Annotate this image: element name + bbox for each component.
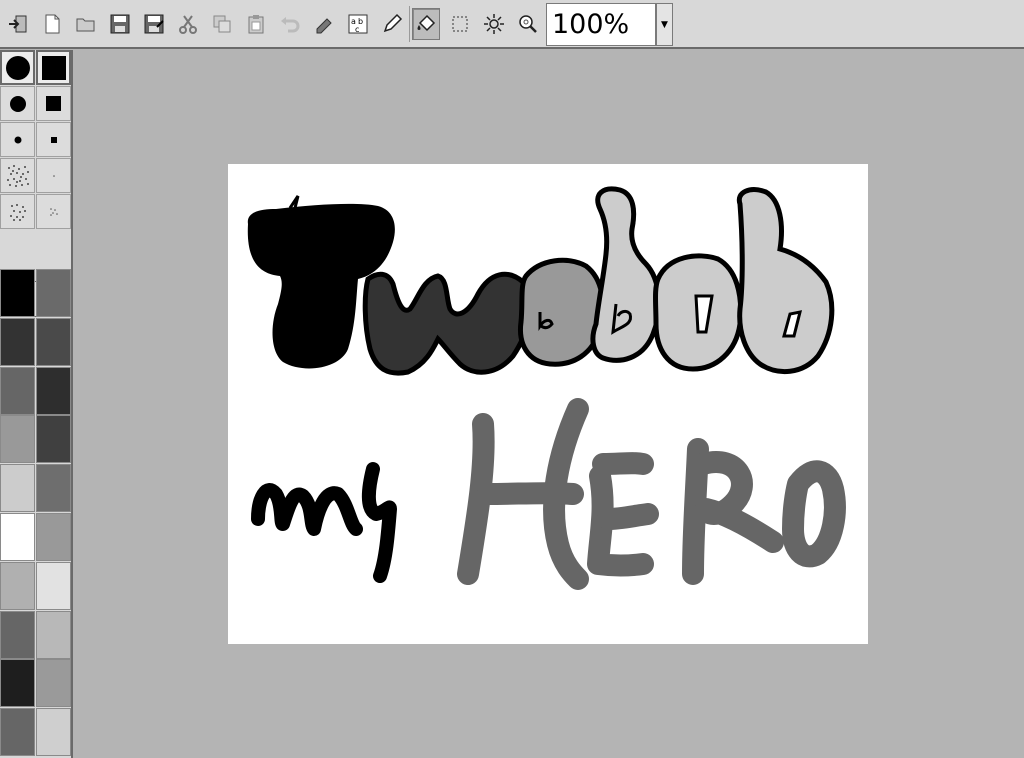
- copy-button[interactable]: [208, 8, 236, 40]
- save-as-button[interactable]: [140, 8, 168, 40]
- drawing-letter-b: [736, 187, 835, 375]
- new-icon: [45, 14, 60, 34]
- drawing-letter-o: [517, 257, 606, 367]
- color-swatch[interactable]: [0, 415, 35, 464]
- drawing-word-my: [251, 483, 363, 536]
- circle-brush-icon: [9, 95, 26, 112]
- save-button[interactable]: [106, 8, 134, 40]
- undo-button[interactable]: [276, 8, 304, 40]
- color-swatch[interactable]: [36, 366, 71, 415]
- circle-brush-icon: [5, 55, 30, 80]
- zoom-icon: [519, 15, 537, 33]
- color-swatch[interactable]: [36, 317, 71, 366]
- drawing-letter-w: [362, 271, 533, 376]
- save-as-icon: [144, 14, 164, 34]
- select-button[interactable]: [446, 8, 474, 40]
- fill-icon: [417, 14, 436, 32]
- exit-button[interactable]: [4, 8, 32, 40]
- save-icon: [110, 14, 130, 34]
- copy-icon: [213, 15, 231, 33]
- brightness-icon: [484, 14, 504, 34]
- chevron-down-icon: ▼: [661, 19, 668, 30]
- color-swatch[interactable]: [0, 317, 35, 366]
- redo-icon: [316, 18, 332, 34]
- open-button[interactable]: [72, 8, 100, 40]
- color-swatch[interactable]: [0, 269, 35, 317]
- new-button[interactable]: [38, 8, 66, 40]
- exit-icon: [9, 15, 27, 33]
- spray-brush-icon: [52, 174, 55, 177]
- color-swatch[interactable]: [0, 708, 35, 757]
- text-icon: a bc: [348, 14, 368, 34]
- drawing-canvas[interactable]: [228, 164, 868, 644]
- brush-spray-large[interactable]: [0, 158, 35, 193]
- brush-circle-medium[interactable]: [0, 86, 35, 121]
- zoom-dropdown-button[interactable]: ▼: [656, 3, 673, 46]
- circle-brush-icon: [14, 136, 21, 143]
- brightness-button[interactable]: [480, 8, 508, 40]
- brush-square-large[interactable]: [36, 50, 71, 85]
- drawing: [247, 186, 846, 590]
- color-swatch[interactable]: [36, 561, 71, 610]
- color-swatch[interactable]: [0, 366, 35, 415]
- text-button[interactable]: abc: [344, 8, 372, 40]
- color-swatch[interactable]: [36, 269, 71, 317]
- color-swatch[interactable]: [0, 513, 35, 561]
- fill-button[interactable]: [412, 8, 440, 40]
- brush-square-medium[interactable]: [36, 86, 71, 121]
- spray-brush-icon: [49, 207, 58, 216]
- color-swatch[interactable]: [36, 610, 71, 659]
- brush-square-small[interactable]: [36, 122, 71, 157]
- toolbar-separator: [409, 6, 410, 42]
- color-swatch[interactable]: [0, 561, 35, 610]
- cut-icon: [179, 15, 197, 34]
- spray-brush-icon: [9, 203, 26, 221]
- color-swatch[interactable]: [0, 464, 35, 513]
- toolbar: abc 100% ▼: [0, 0, 1024, 49]
- square-brush-icon: [45, 95, 61, 111]
- tool-palette: [0, 50, 73, 758]
- color-swatch[interactable]: [0, 610, 35, 659]
- paste-button[interactable]: [242, 8, 270, 40]
- pencil-icon: [383, 13, 403, 33]
- brush-spray-medium[interactable]: [0, 194, 35, 229]
- brush-circle-large[interactable]: [0, 50, 35, 85]
- brush-circle-small[interactable]: [0, 122, 35, 157]
- brush-spray-small[interactable]: [36, 194, 71, 229]
- color-swatch[interactable]: [36, 708, 71, 757]
- select-icon: [452, 16, 468, 32]
- drawing-word-hero: [457, 398, 846, 590]
- undo-icon: [281, 17, 300, 33]
- workspace: [74, 50, 1024, 758]
- color-swatch[interactable]: [36, 513, 71, 561]
- color-swatch[interactable]: [0, 659, 35, 708]
- color-swatch[interactable]: [36, 464, 71, 513]
- drawing-word-my: [361, 462, 397, 583]
- zoom-button[interactable]: [514, 8, 542, 40]
- zoom-level-input[interactable]: 100%: [546, 3, 656, 46]
- cut-button[interactable]: [174, 8, 202, 40]
- brush-spray-dot[interactable]: [36, 158, 71, 193]
- spray-brush-icon: [6, 164, 29, 187]
- paste-icon: [248, 15, 264, 34]
- drawing-letter-b: [590, 186, 662, 363]
- square-brush-icon: [50, 136, 57, 143]
- color-swatch[interactable]: [36, 659, 71, 708]
- square-brush-icon: [41, 55, 66, 80]
- svg-text:c: c: [355, 25, 359, 34]
- pencil-button[interactable]: [378, 8, 406, 40]
- color-swatch[interactable]: [36, 415, 71, 464]
- open-icon: [76, 18, 95, 32]
- redo-button[interactable]: [310, 8, 338, 40]
